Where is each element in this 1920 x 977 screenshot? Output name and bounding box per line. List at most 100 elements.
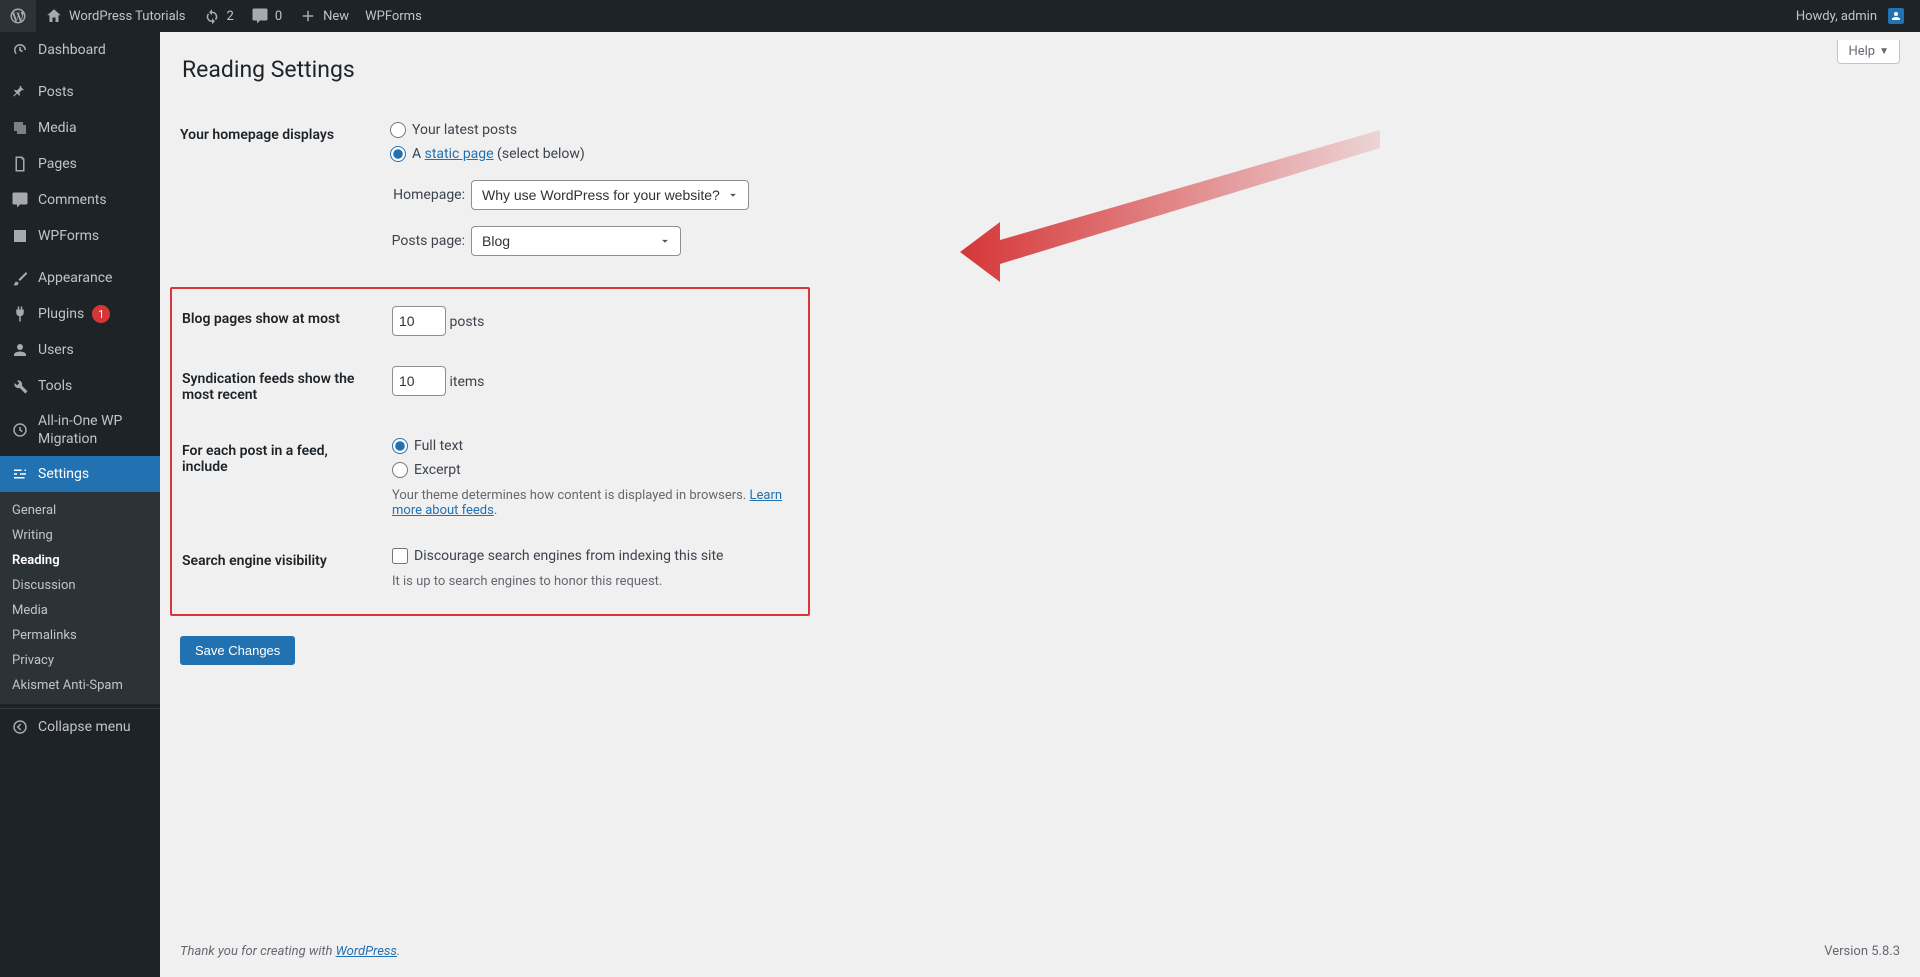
checkbox-discourage-label: Discourage search engines from indexing … — [414, 548, 723, 564]
help-label: Help — [1848, 44, 1875, 59]
blog-pages-unit: posts — [449, 314, 484, 330]
menu-posts[interactable]: Posts — [0, 73, 160, 110]
menu-plugins[interactable]: Plugins 1 — [0, 296, 160, 332]
plug-icon — [10, 304, 30, 324]
syndication-input[interactable] — [392, 366, 446, 396]
footer-version: Version 5.8.3 — [1824, 944, 1900, 959]
radio-static-page-label: A static page (select below) — [412, 146, 585, 162]
menu-users[interactable]: Users — [0, 332, 160, 368]
submenu-discussion[interactable]: Discussion — [0, 573, 160, 598]
static-page-link[interactable]: static page — [425, 146, 494, 162]
caret-down-icon: ▼ — [1879, 46, 1889, 57]
save-changes-button[interactable]: Save Changes — [180, 636, 295, 665]
howdy-text: Howdy, admin — [1796, 9, 1877, 24]
radio-full-text[interactable] — [392, 438, 408, 454]
comments-icon — [10, 190, 30, 210]
syndication-label: Syndication feeds show the most recent — [182, 351, 382, 423]
wpforms-icon — [10, 226, 30, 246]
home-icon — [44, 6, 64, 26]
new-content-menu[interactable]: New — [290, 0, 357, 32]
homepage-select-label: Homepage: — [390, 187, 465, 203]
menu-users-label: Users — [38, 342, 74, 358]
wrench-icon — [10, 376, 30, 396]
homepage-select[interactable]: Why use WordPress for your website? — [471, 180, 749, 210]
syndication-unit: items — [449, 374, 484, 390]
menu-pages-label: Pages — [38, 156, 77, 172]
settings-form: Your homepage displays Your latest posts… — [180, 107, 1900, 287]
collapse-menu[interactable]: Collapse menu — [0, 708, 160, 745]
menu-media-label: Media — [38, 120, 77, 136]
admin-sidebar: Dashboard Posts Media Pages Comments WPF… — [0, 32, 160, 977]
content-area: Help ▼ Reading Settings Your homepage di… — [160, 32, 1920, 977]
search-visibility-label: Search engine visibility — [182, 533, 382, 604]
menu-appearance-label: Appearance — [38, 270, 112, 286]
menu-media[interactable]: Media — [0, 110, 160, 146]
feed-description: Your theme determines how content is dis… — [392, 488, 798, 518]
menu-settings[interactable]: Settings — [0, 456, 160, 492]
menu-comments-label: Comments — [38, 192, 107, 208]
collapse-label: Collapse menu — [38, 719, 131, 735]
posts-page-select-label: Posts page: — [390, 233, 465, 249]
radio-excerpt-label: Excerpt — [414, 462, 461, 478]
submenu-akismet[interactable]: Akismet Anti-Spam — [0, 673, 160, 698]
feed-desc-text: Your theme determines how content is dis… — [392, 488, 750, 503]
menu-appearance[interactable]: Appearance — [0, 259, 160, 296]
menu-pages[interactable]: Pages — [0, 146, 160, 182]
radio-latest-posts[interactable] — [390, 122, 406, 138]
menu-dashboard-label: Dashboard — [38, 42, 106, 58]
submenu-privacy[interactable]: Privacy — [0, 648, 160, 673]
menu-wpforms[interactable]: WPForms — [0, 218, 160, 254]
submenu-reading[interactable]: Reading — [0, 548, 160, 573]
wpforms-toolbar-label: WPForms — [365, 9, 422, 24]
radio-full-text-label: Full text — [414, 438, 463, 454]
site-home-link[interactable]: WordPress Tutorials — [36, 0, 194, 32]
menu-plugins-label: Plugins — [38, 306, 84, 322]
menu-wpforms-label: WPForms — [38, 228, 99, 244]
wordpress-icon — [8, 6, 28, 26]
footer-thank-you: Thank you for creating with WordPress. — [180, 944, 400, 959]
pin-icon — [10, 82, 30, 102]
blog-pages-label: Blog pages show at most — [182, 291, 382, 351]
dashboard-icon — [10, 40, 30, 60]
page-icon — [10, 154, 30, 174]
comment-icon — [250, 6, 270, 26]
checkbox-discourage-search[interactable] — [392, 548, 408, 564]
migration-icon — [10, 420, 30, 440]
wpforms-toolbar[interactable]: WPForms — [357, 0, 430, 32]
wp-logo-menu[interactable] — [0, 0, 36, 32]
page-title: Reading Settings — [182, 56, 1900, 83]
updates-menu[interactable]: 2 — [194, 0, 242, 32]
homepage-displays-label: Your homepage displays — [180, 107, 380, 287]
annotation-highlight-box: Blog pages show at most posts Syndicatio… — [170, 287, 810, 616]
menu-comments[interactable]: Comments — [0, 182, 160, 218]
site-title: WordPress Tutorials — [69, 9, 186, 24]
footer-text: Thank you for creating with — [180, 944, 336, 959]
submenu-permalinks[interactable]: Permalinks — [0, 623, 160, 648]
static-prefix: A — [412, 146, 425, 162]
radio-excerpt[interactable] — [392, 462, 408, 478]
submenu-media[interactable]: Media — [0, 598, 160, 623]
sliders-icon — [10, 464, 30, 484]
account-menu[interactable]: Howdy, admin — [1788, 0, 1912, 32]
comments-menu[interactable]: 0 — [242, 0, 290, 32]
menu-settings-label: Settings — [38, 466, 89, 482]
menu-posts-label: Posts — [38, 84, 74, 100]
user-icon — [10, 340, 30, 360]
submenu-general[interactable]: General — [0, 498, 160, 523]
menu-aio-label: All-in-One WP Migration — [38, 412, 152, 448]
menu-tools[interactable]: Tools — [0, 368, 160, 404]
menu-aio-migration[interactable]: All-in-One WP Migration — [0, 404, 160, 456]
admin-toolbar: WordPress Tutorials 2 0 New WPForms Howd… — [0, 0, 1920, 32]
updates-count: 2 — [227, 9, 234, 24]
blog-pages-input[interactable] — [392, 306, 446, 336]
settings-submenu: General Writing Reading Discussion Media… — [0, 492, 160, 704]
submenu-writing[interactable]: Writing — [0, 523, 160, 548]
menu-dashboard[interactable]: Dashboard — [0, 32, 160, 68]
radio-latest-posts-label: Your latest posts — [412, 122, 517, 138]
footer-wordpress-link[interactable]: WordPress — [336, 944, 397, 959]
collapse-icon — [10, 717, 30, 737]
posts-page-select[interactable]: Blog — [471, 226, 681, 256]
search-visibility-desc: It is up to search engines to honor this… — [392, 574, 798, 589]
radio-static-page[interactable] — [390, 146, 406, 162]
help-tab[interactable]: Help ▼ — [1837, 40, 1900, 64]
